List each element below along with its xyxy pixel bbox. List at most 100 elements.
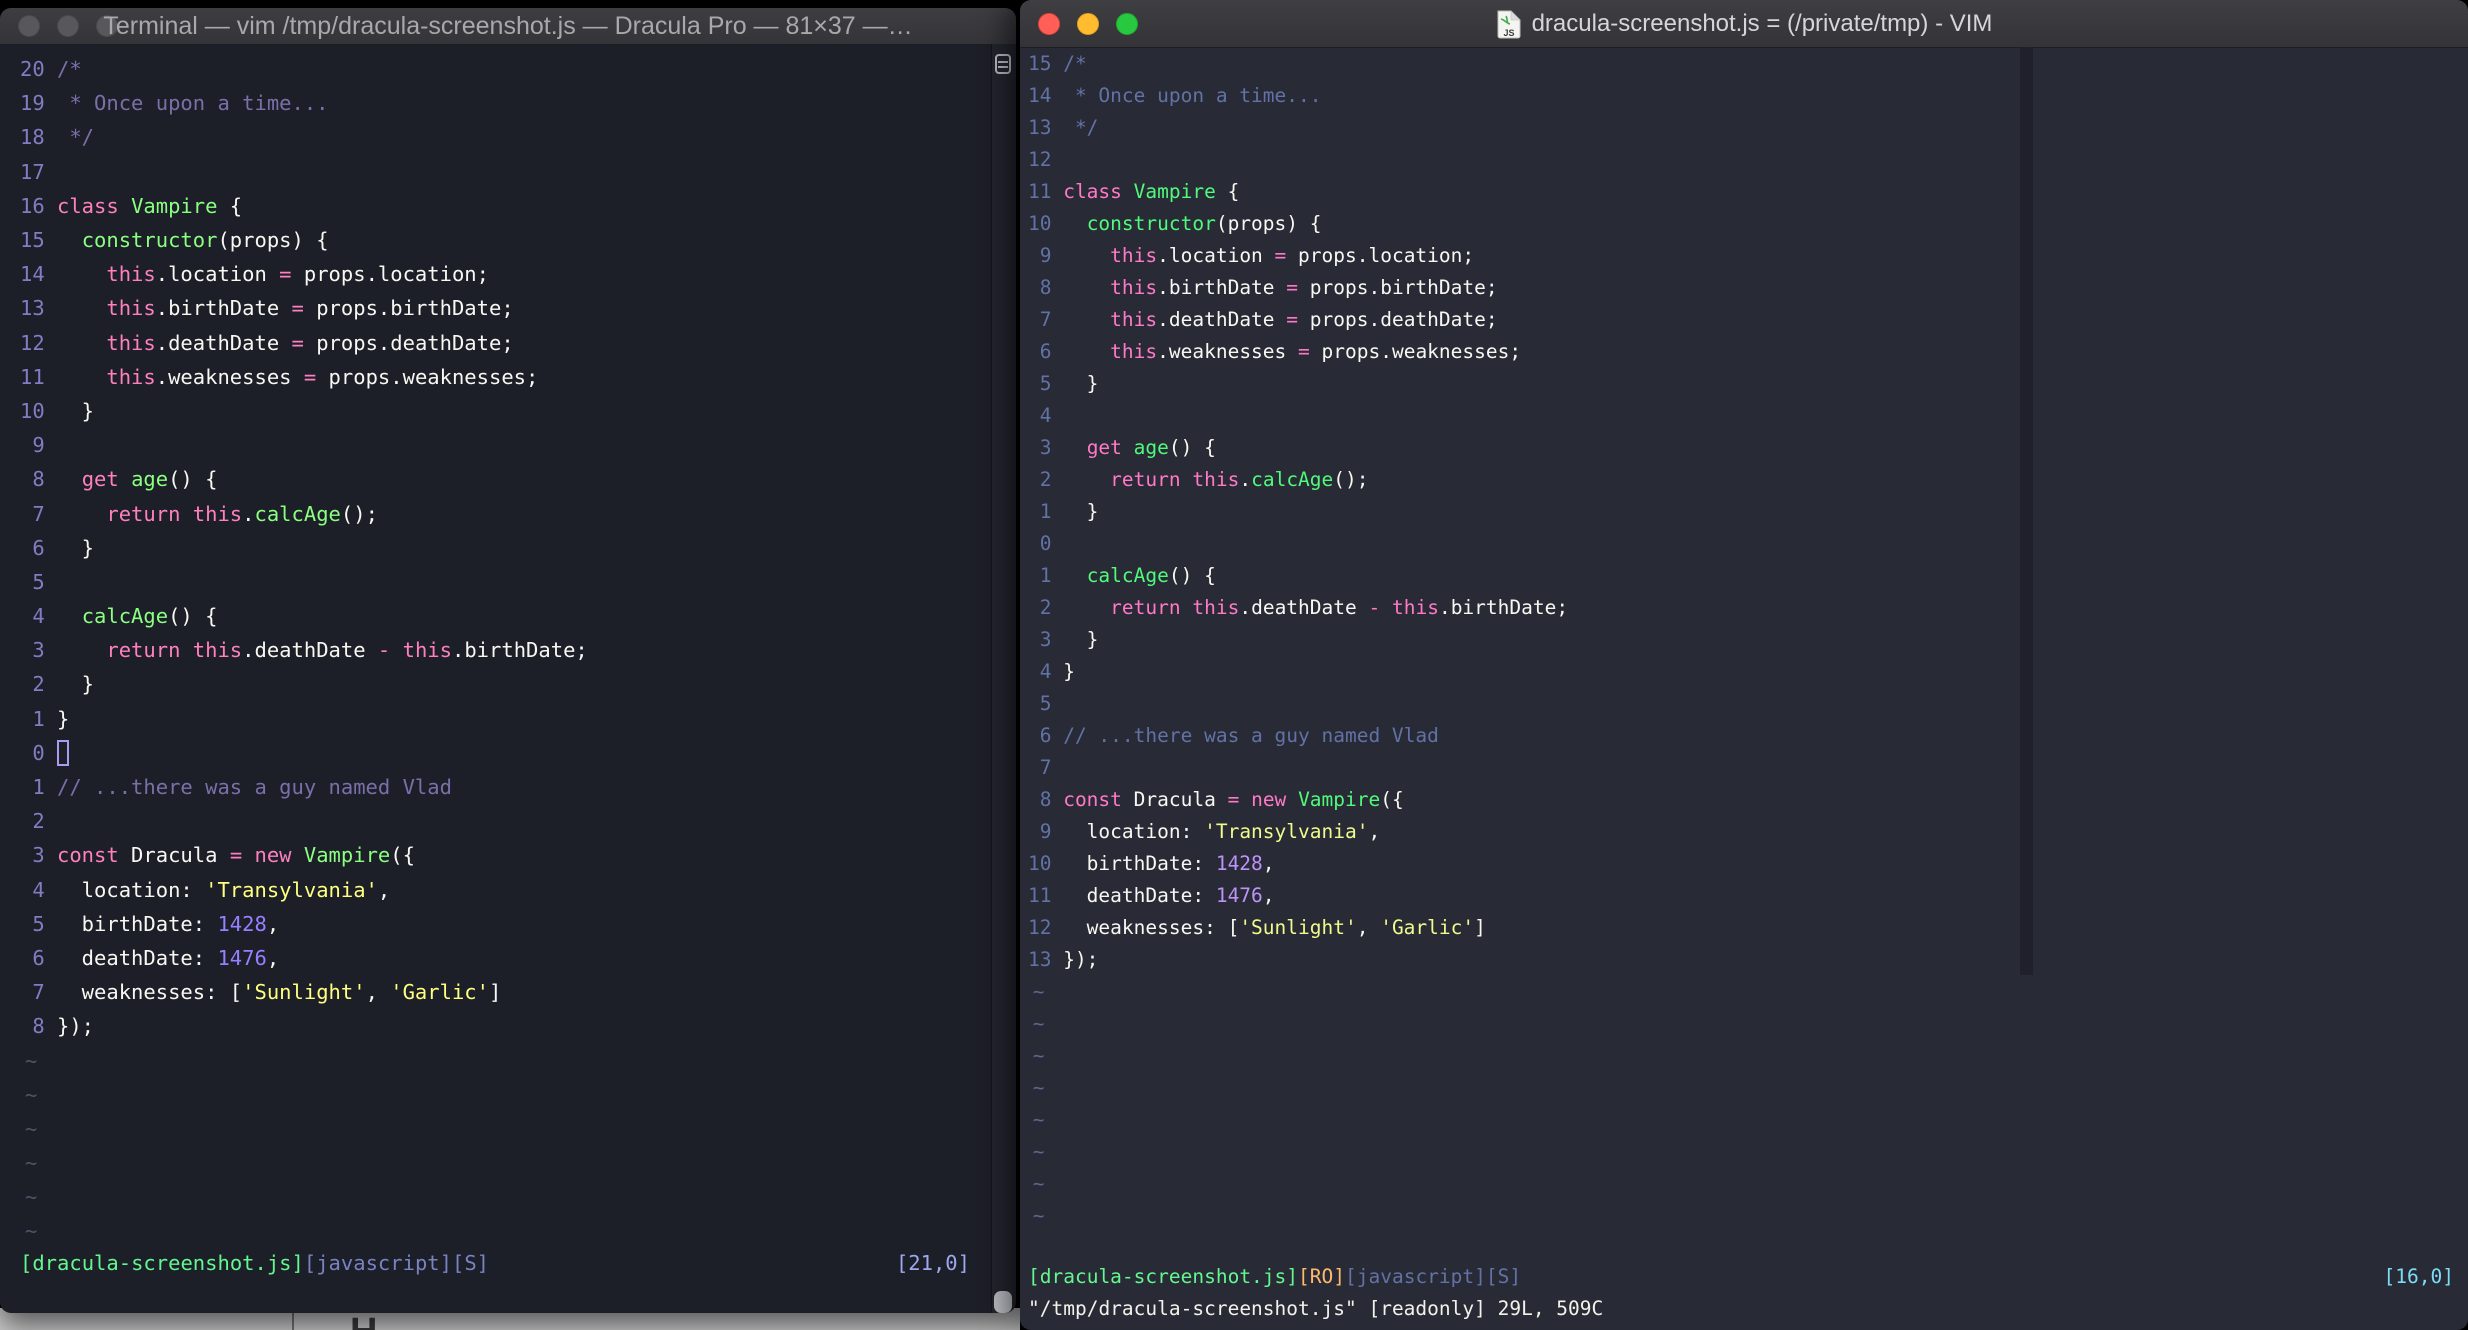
code-line[interactable]: 2 return this.deathDate - this.birthDate… — [1028, 591, 2468, 623]
code-line[interactable]: 11 this.weaknesses = props.weaknesses; — [20, 360, 990, 394]
terminal-title: Terminal — vim /tmp/dracula-screenshot.j… — [103, 11, 913, 40]
code-line[interactable]: 2 return this.calcAge(); — [1028, 463, 2468, 495]
code-line[interactable]: 1 } — [1028, 495, 2468, 527]
line-number: 4 — [1039, 403, 1052, 427]
code-line[interactable]: 1 calcAge() { — [1028, 559, 2468, 591]
line-number: 8 — [1039, 787, 1052, 811]
code-line[interactable]: 10 birthDate: 1428, — [1028, 847, 2468, 879]
code-line[interactable]: 17 — [20, 155, 990, 189]
zoom-button[interactable] — [1116, 12, 1138, 35]
code-line[interactable]: 6 deathDate: 1476, — [20, 941, 990, 975]
code-line[interactable]: 9 location: 'Transylvania', — [1028, 815, 2468, 847]
scrollbar-top-icon[interactable] — [995, 54, 1011, 74]
terminal-vim-buffer[interactable]: 20/* 19 * Once upon a time... 18 */17 16 cla… — [0, 52, 990, 1249]
macvim-window: JS dracula-screenshot.js = (/private/tmp… — [1020, 0, 2468, 1330]
line-number: 5 — [1039, 691, 1052, 715]
code-line[interactable]: 5 — [1028, 687, 2468, 719]
empty-line-tilde: ~ — [1032, 1075, 1045, 1099]
macvim-titlebar[interactable]: JS dracula-screenshot.js = (/private/tmp… — [1020, 0, 2468, 48]
code-line[interactable]: 3 get age() { — [1028, 431, 2468, 463]
code-line[interactable]: 5 — [20, 565, 990, 599]
line-number: 11 — [1028, 179, 1052, 203]
code-line[interactable]: 15/* — [1028, 47, 2468, 79]
code-line[interactable]: 11 class Vampire { — [1028, 175, 2468, 207]
code-line[interactable]: 7 — [1028, 751, 2468, 783]
code-line[interactable]: 10 } — [20, 394, 990, 428]
code-line[interactable]: 9 this.location = props.location; — [1028, 239, 2468, 271]
line-number: 7 — [32, 501, 45, 526]
code-line[interactable]: 0 — [1028, 527, 2468, 559]
line-number: 3 — [1039, 435, 1052, 459]
line-number: 19 — [20, 91, 45, 116]
line-number: 6 — [1039, 339, 1052, 363]
code-line[interactable]: 6 } — [20, 531, 990, 565]
close-button[interactable] — [18, 15, 40, 37]
code-line[interactable]: 7 this.deathDate = props.deathDate; — [1028, 303, 2468, 335]
code-line[interactable]: 14 this.location = props.location; — [20, 257, 990, 291]
line-number: 2 — [1039, 467, 1052, 491]
code-line[interactable]: 1// ...there was a guy named Vlad — [20, 770, 990, 804]
code-line[interactable]: 10 constructor(props) { — [1028, 207, 2468, 239]
close-button[interactable] — [1038, 12, 1060, 35]
line-number: 6 — [32, 945, 45, 970]
line-number: 6 — [1039, 723, 1052, 747]
code-line[interactable]: 9 — [20, 428, 990, 462]
terminal-scrollbar[interactable] — [991, 44, 1016, 1313]
line-number: 15 — [20, 228, 45, 253]
code-line[interactable]: 13 */ — [1028, 111, 2468, 143]
code-line[interactable]: 5 birthDate: 1428, — [20, 907, 990, 941]
empty-line-tilde: ~ — [1032, 1107, 1045, 1131]
line-number: 7 — [32, 980, 45, 1005]
code-line[interactable]: 5 } — [1028, 367, 2468, 399]
minimize-button[interactable] — [57, 15, 79, 37]
line-number: 14 — [1028, 83, 1052, 107]
line-number: 2 — [32, 672, 45, 697]
code-line[interactable]: 6 this.weaknesses = props.weaknesses; — [1028, 335, 2468, 367]
line-number: 13 — [20, 296, 45, 321]
line-number: 3 — [32, 843, 45, 868]
code-line[interactable]: 3 return this.deathDate - this.birthDate… — [20, 633, 990, 667]
code-line[interactable]: 0 — [20, 736, 990, 770]
code-line[interactable]: 13 this.birthDate = props.birthDate; — [20, 291, 990, 325]
code-line[interactable]: 4 location: 'Transylvania', — [20, 873, 990, 907]
code-line[interactable]: 6// ...there was a guy named Vlad — [1028, 719, 2468, 751]
code-line[interactable]: 2 } — [20, 667, 990, 701]
line-number: 9 — [32, 433, 45, 458]
empty-line-tilde: ~ — [1032, 979, 1045, 1003]
minimize-button[interactable] — [1077, 12, 1099, 35]
code-line[interactable]: 4 calcAge() { — [20, 599, 990, 633]
code-line[interactable]: 13}); — [1028, 943, 2468, 975]
code-line[interactable]: 16 class Vampire { — [20, 189, 990, 223]
code-line[interactable]: 20/* — [20, 52, 990, 86]
code-line[interactable]: 7 weaknesses: ['Sunlight', 'Garlic'] — [20, 975, 990, 1009]
terminal-titlebar[interactable]: Terminal — vim /tmp/dracula-screenshot.j… — [0, 8, 1016, 45]
code-line[interactable]: 7 return this.calcAge(); — [20, 496, 990, 530]
code-line[interactable]: 8 this.birthDate = props.birthDate; — [1028, 271, 2468, 303]
window-controls — [1020, 12, 1138, 35]
code-line[interactable]: 11 deathDate: 1476, — [1028, 879, 2468, 911]
code-line[interactable]: 8}); — [20, 1009, 990, 1043]
code-line[interactable]: 12 this.deathDate = props.deathDate; — [20, 326, 990, 360]
code-line[interactable]: 8 get age() { — [20, 462, 990, 496]
code-line[interactable]: 19 * Once upon a time... — [20, 86, 990, 120]
code-line[interactable]: 1} — [20, 702, 990, 736]
code-line[interactable]: 18 */ — [20, 120, 990, 154]
code-line[interactable]: 12 weaknesses: ['Sunlight', 'Garlic'] — [1028, 911, 2468, 943]
line-number: 13 — [1028, 115, 1052, 139]
line-number: 14 — [20, 262, 45, 287]
code-line[interactable]: 4 — [1028, 399, 2468, 431]
code-line[interactable]: 3 } — [1028, 623, 2468, 655]
code-line[interactable]: 8 const Dracula = new Vampire({ — [1028, 783, 2468, 815]
code-line[interactable]: 3 const Dracula = new Vampire({ — [20, 838, 990, 872]
zoom-button[interactable] — [96, 15, 118, 37]
js-file-icon: JS — [1497, 9, 1521, 38]
terminal-window: Terminal — vim /tmp/dracula-screenshot.j… — [0, 8, 1016, 1313]
macvim-buffer[interactable]: 15/* 14 * Once upon a time... 13 */12 11 cla… — [1020, 47, 2468, 1231]
code-line[interactable]: 15 constructor(props) { — [20, 223, 990, 257]
line-number: 10 — [1028, 211, 1052, 235]
code-line[interactable]: 4} — [1028, 655, 2468, 687]
code-line[interactable]: 14 * Once upon a time... — [1028, 79, 2468, 111]
code-line[interactable]: 12 — [1028, 143, 2468, 175]
code-line[interactable]: 2 — [20, 804, 990, 838]
scrollbar-bottom-nub[interactable] — [994, 1291, 1012, 1313]
